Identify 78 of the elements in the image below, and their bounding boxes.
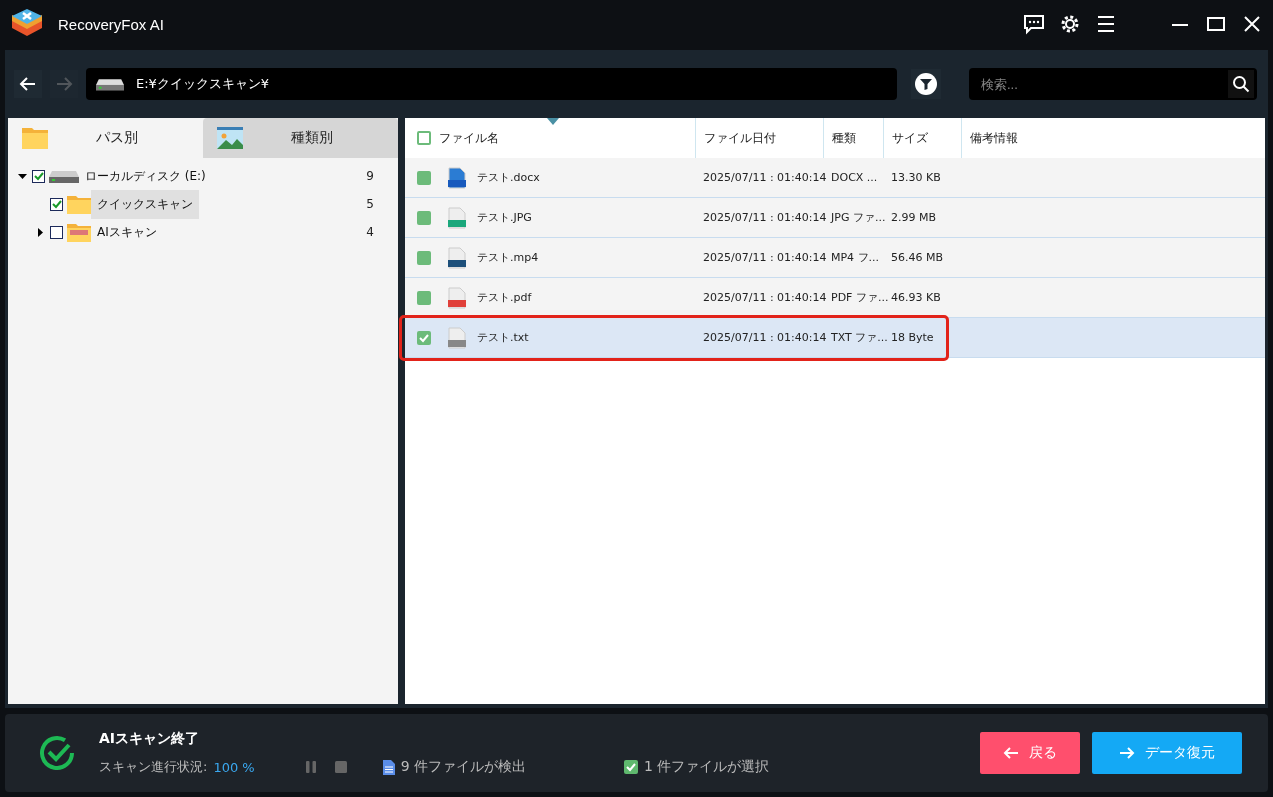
file-date: 2025/07/11 : 01:40:14 xyxy=(703,171,827,184)
expanded-caret-icon[interactable] xyxy=(17,171,27,181)
row-checkbox[interactable] xyxy=(417,250,431,265)
found-files-count: 9 件ファイルが検出 xyxy=(400,758,527,776)
drive-icon xyxy=(49,169,79,183)
app-title: RecoveryFox AI xyxy=(58,15,164,33)
file-type: TXT ファ... xyxy=(831,330,888,345)
item-count: 9 xyxy=(366,169,374,183)
progress-value: 100 % xyxy=(213,759,255,775)
video-file-icon xyxy=(447,246,467,269)
chat-icon[interactable] xyxy=(1023,13,1045,35)
tree-item[interactable]: クイックスキャン xyxy=(91,189,199,219)
progress-label: スキャン進行状況: xyxy=(99,758,208,776)
selected-files-count: 1 件ファイルが選択 xyxy=(644,758,770,776)
picture-icon xyxy=(217,127,243,149)
column-header[interactable]: ファイル名 xyxy=(431,118,695,158)
document-icon xyxy=(382,759,395,775)
document-icon xyxy=(447,166,467,189)
search-icon[interactable] xyxy=(1228,70,1254,98)
tree-item[interactable]: AIスキャン xyxy=(91,217,163,247)
file-name: テスト.txt xyxy=(477,330,529,345)
menu-icon[interactable] xyxy=(1095,13,1117,35)
file-size: 56.46 MB xyxy=(891,251,944,264)
success-check-icon xyxy=(37,733,77,773)
folder-icon xyxy=(67,222,91,242)
tree-checkbox[interactable] xyxy=(50,197,63,211)
file-date: 2025/07/11 : 01:40:14 xyxy=(703,251,827,264)
drive-icon xyxy=(96,77,124,91)
settings-icon[interactable] xyxy=(1059,13,1081,35)
file-type: JPG ファ... xyxy=(831,210,886,225)
file-row[interactable]: テスト.pdf 2025/07/11 : 01:40:14 PDF ファ... 46.93 KB xyxy=(405,278,1265,318)
file-date: 2025/07/11 : 01:40:14 xyxy=(703,211,827,224)
arrow-right-icon xyxy=(1119,745,1135,761)
filter-button[interactable] xyxy=(911,69,941,99)
stop-icon[interactable] xyxy=(334,761,347,773)
file-size: 46.93 KB xyxy=(891,291,941,304)
collapsed-caret-icon[interactable] xyxy=(35,227,45,237)
file-type: MP4 フ... xyxy=(831,250,880,265)
tree-checkbox[interactable] xyxy=(50,225,63,239)
file-size: 18 Byte xyxy=(891,331,934,344)
file-row[interactable]: テスト.mp4 2025/07/11 : 01:40:14 MP4 フ... 56.46 MB xyxy=(405,238,1265,278)
search-field[interactable]: 検索... xyxy=(979,75,1228,93)
folder-icon xyxy=(22,127,48,149)
item-count: 4 xyxy=(366,225,374,239)
file-date: 2025/07/11 : 01:40:14 xyxy=(703,291,827,304)
file-date: 2025/07/11 : 01:40:14 xyxy=(703,331,827,344)
arrow-left-icon xyxy=(1003,745,1019,761)
file-row[interactable]: テスト.JPG 2025/07/11 : 01:40:14 JPG ファ... 2.99 MB xyxy=(405,198,1265,238)
file-size: 2.99 MB xyxy=(891,211,937,224)
file-type: DOCX ... xyxy=(831,171,878,184)
back-arrow-button[interactable] xyxy=(14,70,42,98)
pdf-file-icon xyxy=(447,286,467,309)
file-row[interactable]: テスト.docx 2025/07/11 : 01:40:14 DOCX ... 13.30 KB xyxy=(405,158,1265,198)
row-checkbox[interactable] xyxy=(417,290,431,305)
file-size: 13.30 KB xyxy=(891,171,941,184)
search-box[interactable]: 検索... xyxy=(969,68,1257,100)
file-name: テスト.docx xyxy=(477,170,540,185)
scan-status-title: AIスキャン終了 xyxy=(99,730,201,748)
file-name: テスト.JPG xyxy=(477,210,532,225)
folder-icon xyxy=(67,194,91,214)
image-file-icon xyxy=(447,206,467,229)
arrow-left-icon xyxy=(19,75,37,93)
arrow-right-icon xyxy=(55,75,73,93)
tree-item[interactable]: ローカルディスク (E:) xyxy=(79,161,212,191)
tree-checkbox[interactable] xyxy=(32,169,45,183)
sort-indicator-icon[interactable] xyxy=(547,118,559,125)
row-checkbox[interactable] xyxy=(417,210,431,225)
path-field[interactable]: E:¥クイックスキャン¥ xyxy=(86,68,897,100)
file-type: PDF ファ... xyxy=(831,290,889,305)
row-checkbox[interactable] xyxy=(417,170,431,185)
select-all-checkbox[interactable] xyxy=(417,131,431,145)
text-file-icon xyxy=(447,326,467,349)
row-checkbox[interactable] xyxy=(417,330,431,345)
item-count: 5 xyxy=(366,197,374,211)
view-tab[interactable]: 種類別 xyxy=(203,118,398,158)
file-name: テスト.mp4 xyxy=(477,250,539,265)
pause-icon[interactable] xyxy=(304,761,317,773)
file-name: テスト.pdf xyxy=(477,290,532,305)
